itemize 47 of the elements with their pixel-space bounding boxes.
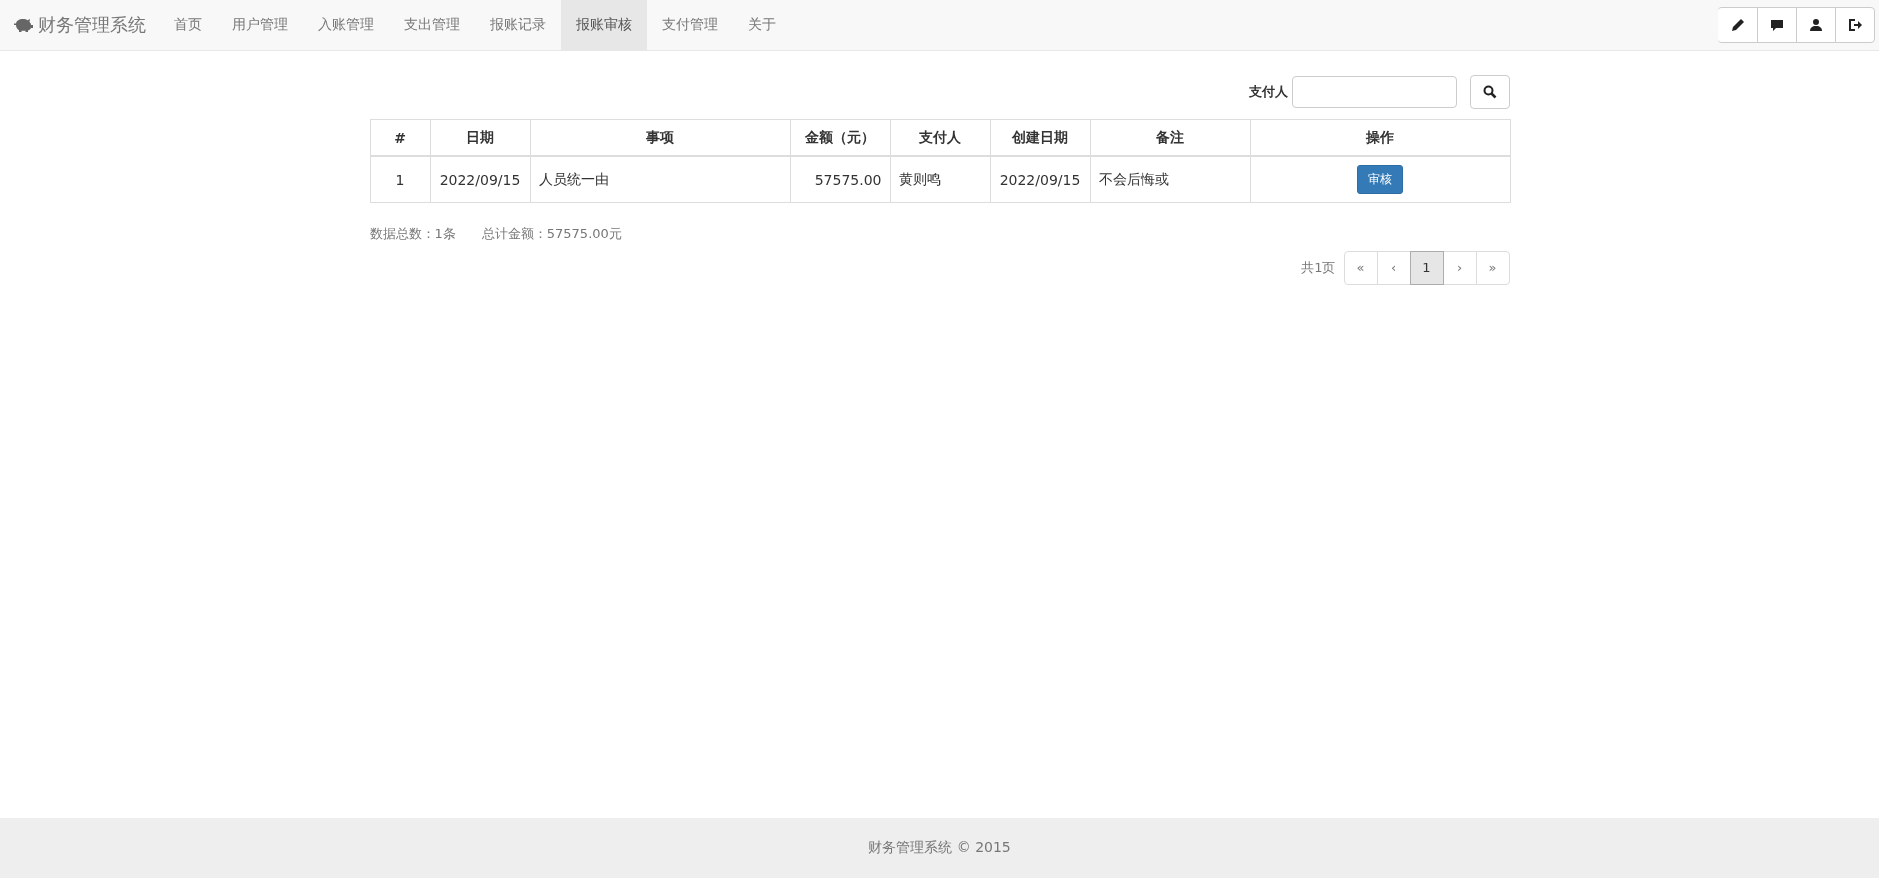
nav-tab[interactable]: 关于 <box>733 0 791 50</box>
table-cell: 人员统一由 <box>530 156 790 203</box>
column-header: 日期 <box>430 119 530 156</box>
edit-button[interactable] <box>1718 7 1758 43</box>
table-cell: 1 <box>370 156 430 203</box>
column-header: 操作 <box>1250 119 1510 156</box>
page-link[interactable]: 1 <box>1409 251 1444 285</box>
logout-icon <box>1848 18 1862 32</box>
payer-input-field[interactable] <box>1291 76 1457 108</box>
column-header: # <box>370 119 430 156</box>
brand-link[interactable]: 财务管理系统 <box>13 0 146 50</box>
table-cell: 不会后悔或 <box>1090 156 1250 203</box>
search-label: 支付人 <box>1248 83 1288 101</box>
user-icon <box>1809 18 1823 32</box>
piggy-bank-icon <box>13 17 33 33</box>
footer-text: 财务管理系统 © 2015 <box>868 839 1011 857</box>
speech-bubble-icon <box>1770 18 1784 32</box>
table-cell: 2022/09/15 <box>990 156 1090 203</box>
table-cell: 2022/09/15 <box>430 156 530 203</box>
comment-button[interactable] <box>1757 7 1797 43</box>
nav-tab[interactable]: 首页 <box>159 0 217 50</box>
search-button[interactable] <box>1469 75 1510 109</box>
column-header: 支付人 <box>890 119 990 156</box>
nav-tab[interactable]: 支出管理 <box>389 0 475 50</box>
column-header: 金额（元） <box>790 119 890 156</box>
nav-tab[interactable]: 支付管理 <box>647 0 733 50</box>
nav-tab[interactable]: 用户管理 <box>217 0 303 50</box>
logout-button[interactable] <box>1835 7 1875 43</box>
page-link[interactable]: ‹ <box>1376 251 1411 285</box>
column-header: 备注 <box>1090 119 1250 156</box>
page-count: 共1页 <box>1301 259 1336 277</box>
nav-tab[interactable]: 报账记录 <box>475 0 561 50</box>
table-cell: 57575.00 <box>790 156 890 203</box>
column-header: 事项 <box>530 119 790 156</box>
user-button[interactable] <box>1796 7 1836 43</box>
record-count: 数据总数：1条 <box>369 225 456 243</box>
pencil-icon <box>1730 18 1745 32</box>
column-header: 创建日期 <box>990 119 1090 156</box>
page-link[interactable]: › <box>1442 251 1477 285</box>
search-icon <box>1482 85 1497 99</box>
nav-tab[interactable]: 入账管理 <box>303 0 389 50</box>
review-button[interactable]: 审核 <box>1357 165 1403 194</box>
page-link[interactable]: » <box>1475 251 1510 285</box>
total-amount: 总计金额：57575.00元 <box>481 225 622 243</box>
page-link[interactable]: « <box>1343 251 1378 285</box>
table-cell: 黄则鸣 <box>890 156 990 203</box>
nav-tab[interactable]: 报账审核 <box>561 0 647 50</box>
